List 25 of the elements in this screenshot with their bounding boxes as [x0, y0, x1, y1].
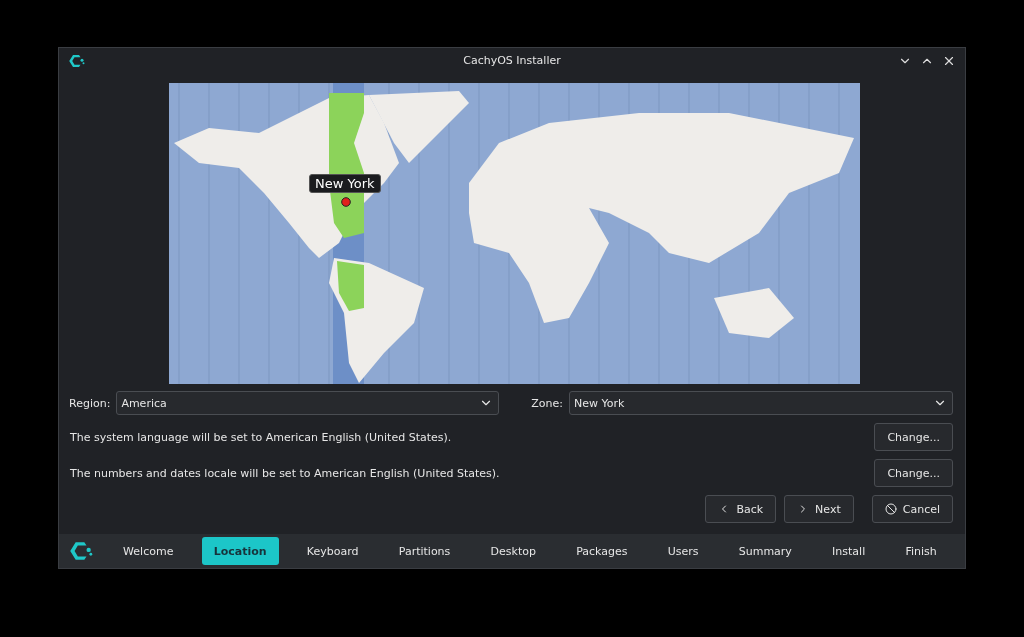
change-button[interactable]: Change...	[874, 423, 953, 451]
step-tab[interactable]: Desktop	[478, 537, 548, 565]
cancel-button[interactable]: Cancel	[871, 495, 953, 523]
step-tab[interactable]: Install	[820, 537, 878, 565]
cancel-icon	[884, 503, 897, 515]
zone-label: Zone:	[531, 396, 563, 410]
window-title: CachyOS Installer	[463, 54, 561, 67]
step-tab[interactable]: Partitions	[386, 537, 463, 565]
next-button[interactable]: Next	[784, 495, 854, 523]
step-tab[interactable]: Finish	[893, 537, 949, 565]
step-tab[interactable]: Summary	[726, 537, 804, 565]
region-label: Region:	[69, 396, 111, 410]
step-tab[interactable]: Location	[201, 537, 279, 565]
back-button[interactable]: Back	[705, 495, 777, 523]
region-dropdown[interactable]: America	[116, 391, 500, 415]
step-tab[interactable]: Packages	[564, 537, 640, 565]
locale-info-text: The numbers and dates locale will be set to American English (United States).	[70, 466, 500, 480]
locale-info-text: The system language will be set to American English (United States).	[70, 430, 452, 444]
step-tab[interactable]: Welcome	[111, 537, 186, 565]
location-pin-icon	[341, 197, 351, 207]
step-tab[interactable]: Keyboard	[294, 537, 371, 565]
location-label: New York	[309, 174, 381, 193]
zone-dropdown[interactable]: New York	[568, 391, 953, 415]
change-button[interactable]: Change...	[874, 459, 953, 487]
step-tab[interactable]: Users	[655, 537, 711, 565]
